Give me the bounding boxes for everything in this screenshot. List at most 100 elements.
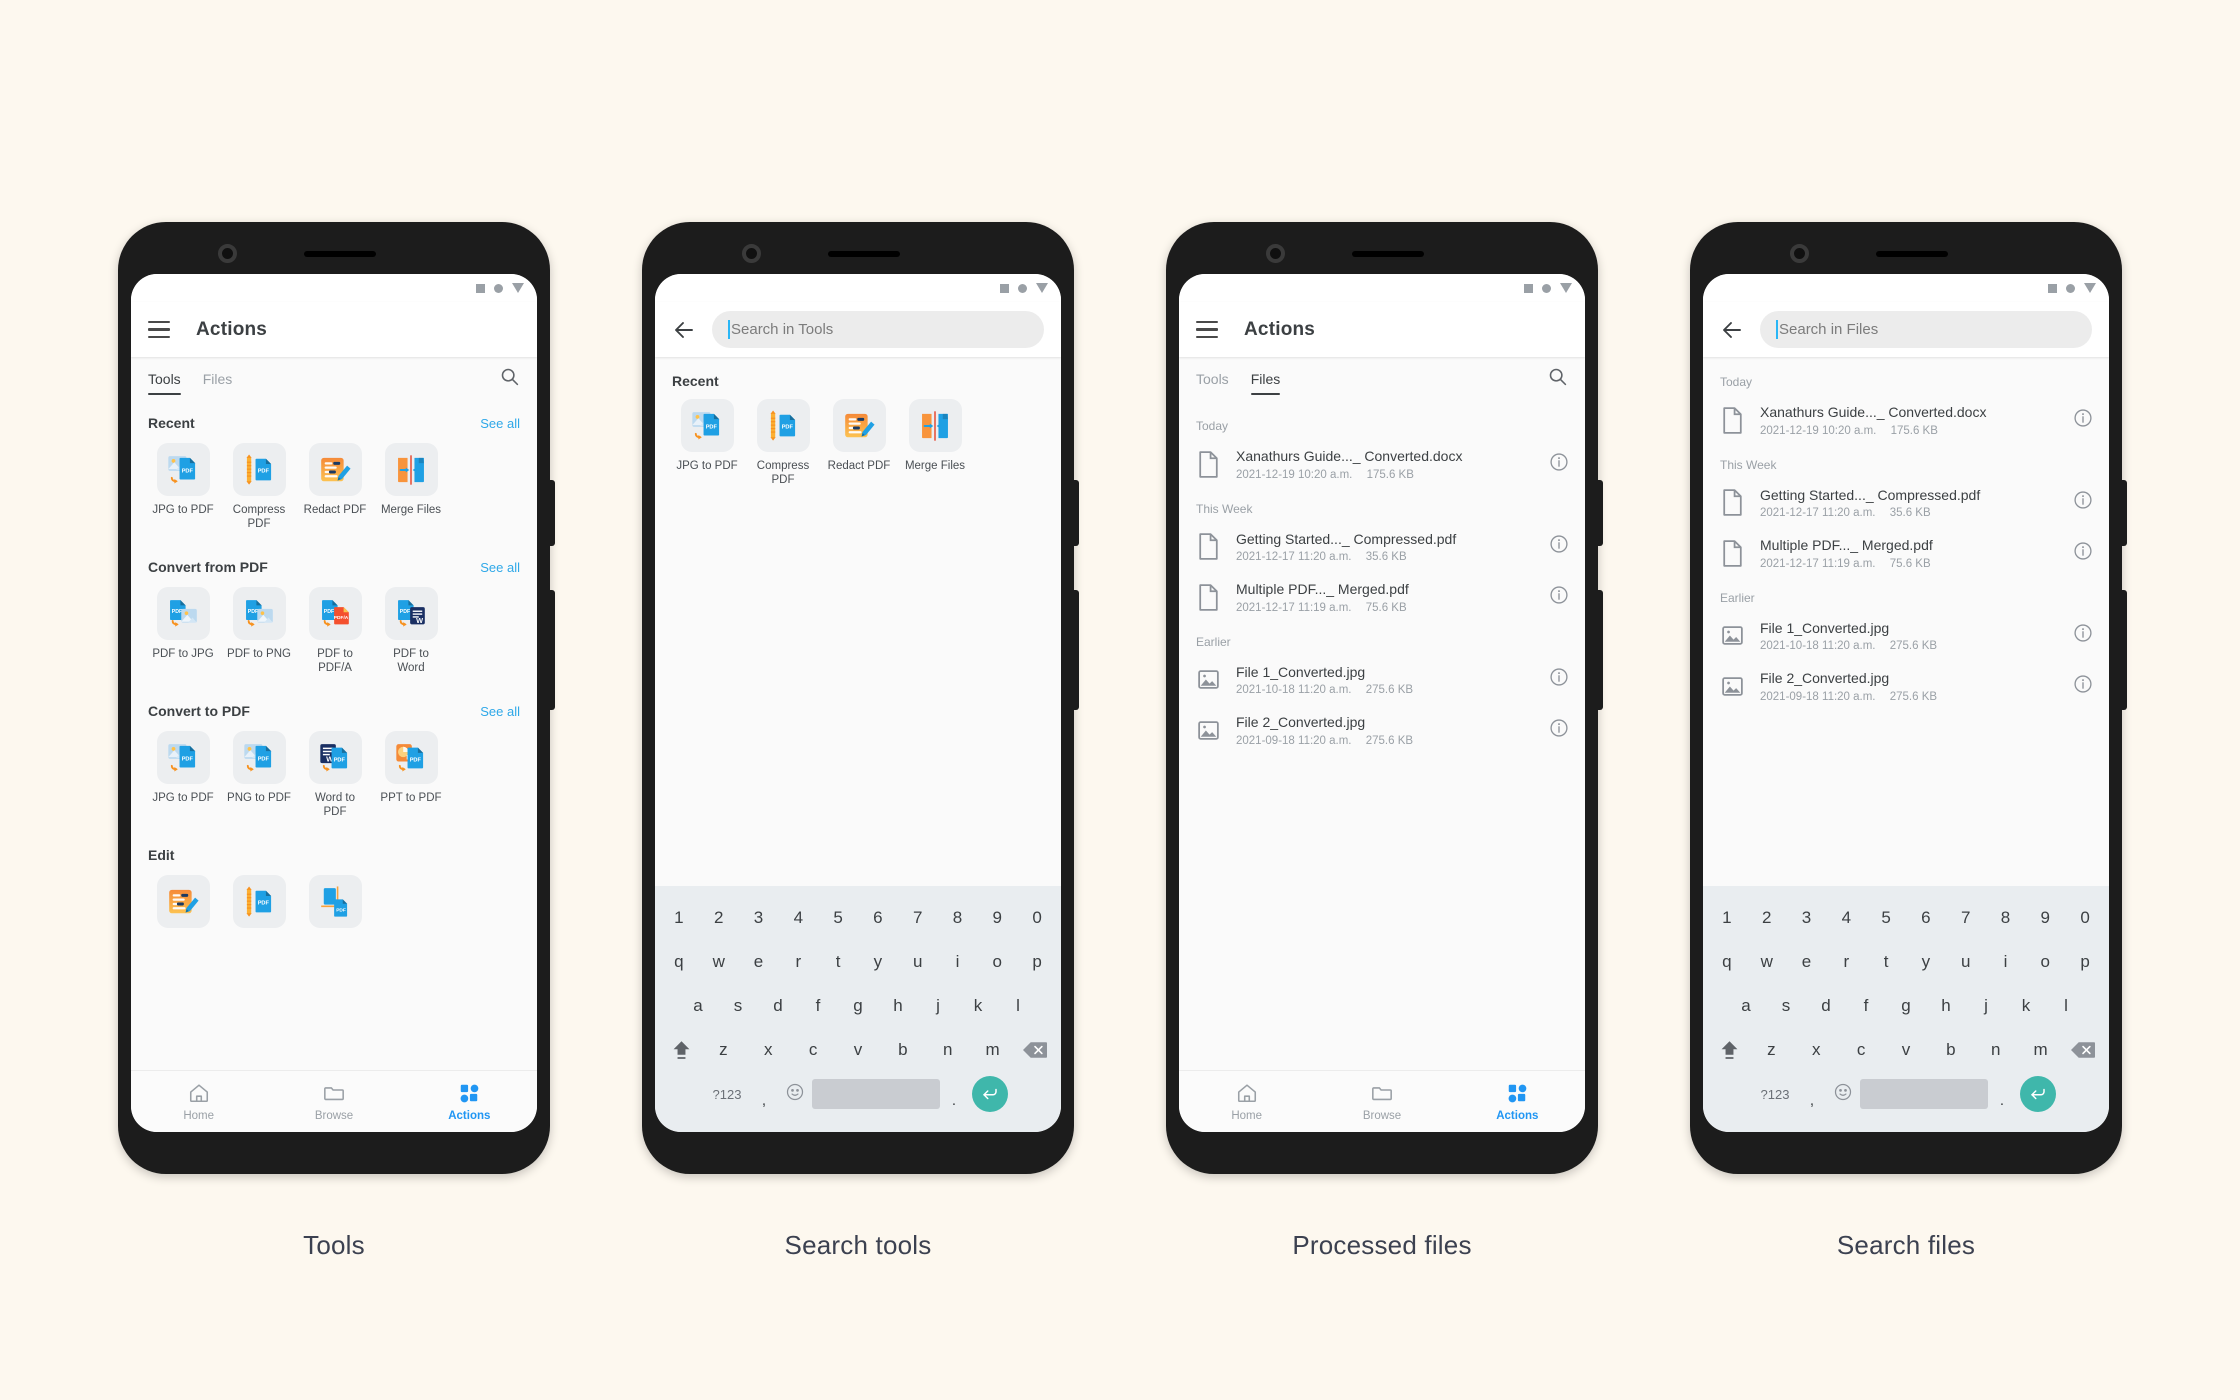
- key-c[interactable]: c: [1839, 1040, 1884, 1060]
- key-s[interactable]: s: [1766, 996, 1806, 1016]
- key-5[interactable]: 5: [818, 908, 858, 928]
- tool-redact-pdf[interactable]: Redact PDF: [826, 399, 892, 487]
- back-arrow-icon[interactable]: [672, 318, 696, 342]
- key-z[interactable]: z: [1749, 1040, 1794, 1060]
- tool-merge-files[interactable]: Merge Files: [378, 443, 444, 531]
- key-s[interactable]: s: [718, 996, 758, 1016]
- search-icon[interactable]: [1547, 366, 1568, 392]
- key-6[interactable]: 6: [1906, 908, 1946, 928]
- tool-edit-organize[interactable]: PDF: [302, 875, 368, 935]
- key-g[interactable]: g: [1886, 996, 1926, 1016]
- space-key[interactable]: [1860, 1079, 1988, 1109]
- tool-pdf-to-word[interactable]: PDF W PDF to Word: [378, 587, 444, 675]
- backspace-icon[interactable]: [1015, 1041, 1055, 1059]
- key-i[interactable]: i: [938, 952, 978, 972]
- key-k[interactable]: k: [2006, 996, 2046, 1016]
- tool-jpg-to-pdf[interactable]: PDF JPG to PDF: [150, 443, 216, 531]
- table-row[interactable]: File 2_Converted.jpg 2021-09-18 11:20 a.…: [1703, 661, 2109, 712]
- enter-key[interactable]: [2016, 1076, 2060, 1112]
- backspace-icon[interactable]: [2063, 1041, 2103, 1059]
- key-8[interactable]: 8: [1986, 908, 2026, 928]
- see-all-convert-to-pdf[interactable]: See all: [480, 704, 520, 719]
- key-v[interactable]: v: [836, 1040, 881, 1060]
- nav-actions[interactable]: Actions: [1450, 1082, 1585, 1122]
- key-w[interactable]: w: [699, 952, 739, 972]
- key-o[interactable]: o: [2025, 952, 2065, 972]
- info-icon[interactable]: [1549, 667, 1571, 692]
- hamburger-menu-icon[interactable]: [148, 321, 170, 338]
- tool-pdf-to-pdfa[interactable]: PDF PDF/A PDF to PDF/A: [302, 587, 368, 675]
- key-d[interactable]: d: [1806, 996, 1846, 1016]
- search-input[interactable]: Search in Files: [1760, 311, 2092, 348]
- key-comma[interactable]: ,: [1798, 1092, 1826, 1109]
- tab-files[interactable]: Files: [1250, 363, 1280, 395]
- hamburger-menu-icon[interactable]: [1196, 321, 1218, 338]
- nav-browse[interactable]: Browse: [1314, 1082, 1449, 1122]
- key-a[interactable]: a: [1726, 996, 1766, 1016]
- tool-redact-pdf[interactable]: Redact PDF: [302, 443, 368, 531]
- key-f[interactable]: f: [1846, 996, 1886, 1016]
- table-row[interactable]: Multiple PDF..._ Merged.pdf 2021-12-17 1…: [1703, 528, 2109, 579]
- key-n[interactable]: n: [925, 1040, 970, 1060]
- shift-icon[interactable]: [661, 1039, 701, 1061]
- key-9[interactable]: 9: [977, 908, 1017, 928]
- key-m[interactable]: m: [2018, 1040, 2063, 1060]
- tool-ppt-to-pdf[interactable]: P PDF PPT to PDF: [378, 731, 444, 819]
- key-y[interactable]: y: [858, 952, 898, 972]
- shift-icon[interactable]: [1709, 1039, 1749, 1061]
- key-2[interactable]: 2: [699, 908, 739, 928]
- tool-png-to-pdf[interactable]: PDF PNG to PDF: [226, 731, 292, 819]
- key-v[interactable]: v: [1884, 1040, 1929, 1060]
- key-x[interactable]: x: [1794, 1040, 1839, 1060]
- key-h[interactable]: h: [878, 996, 918, 1016]
- key-e[interactable]: e: [739, 952, 779, 972]
- tool-pdf-to-png[interactable]: PDF PDF to PNG: [226, 587, 292, 675]
- key-0[interactable]: 0: [2065, 908, 2105, 928]
- table-row[interactable]: Xanathurs Guide..._ Converted.docx 2021-…: [1703, 395, 2109, 446]
- key-z[interactable]: z: [701, 1040, 746, 1060]
- tool-merge-files[interactable]: Merge Files: [902, 399, 968, 487]
- key-t[interactable]: t: [818, 952, 858, 972]
- key-r[interactable]: r: [1826, 952, 1866, 972]
- symbols-key[interactable]: ?123: [1752, 1087, 1798, 1102]
- emoji-icon[interactable]: [1826, 1082, 1860, 1107]
- key-x[interactable]: x: [746, 1040, 791, 1060]
- tool-jpg-to-pdf-2[interactable]: PDF JPG to PDF: [150, 731, 216, 819]
- info-icon[interactable]: [1549, 534, 1571, 559]
- key-1[interactable]: 1: [659, 908, 699, 928]
- key-4[interactable]: 4: [778, 908, 818, 928]
- table-row[interactable]: File 1_Converted.jpg 2021-10-18 11:20 a.…: [1179, 655, 1585, 706]
- key-k[interactable]: k: [958, 996, 998, 1016]
- table-row[interactable]: File 1_Converted.jpg 2021-10-18 11:20 a.…: [1703, 611, 2109, 662]
- nav-home[interactable]: Home: [1179, 1082, 1314, 1122]
- tool-compress-pdf[interactable]: PDF Compress PDF: [226, 443, 292, 531]
- tool-compress-pdf[interactable]: PDF Compress PDF: [750, 399, 816, 487]
- info-icon[interactable]: [1549, 452, 1571, 477]
- info-icon[interactable]: [1549, 585, 1571, 610]
- nav-browse[interactable]: Browse: [266, 1082, 401, 1122]
- key-3[interactable]: 3: [1787, 908, 1827, 928]
- key-a[interactable]: a: [678, 996, 718, 1016]
- tool-jpg-to-pdf[interactable]: PDF JPG to PDF: [674, 399, 740, 487]
- key-c[interactable]: c: [791, 1040, 836, 1060]
- space-key[interactable]: [812, 1079, 940, 1109]
- info-icon[interactable]: [2073, 623, 2095, 648]
- search-icon[interactable]: [499, 366, 520, 392]
- table-row[interactable]: Getting Started..._ Compressed.pdf 2021-…: [1703, 478, 2109, 529]
- key-w[interactable]: w: [1747, 952, 1787, 972]
- nav-actions[interactable]: Actions: [402, 1082, 537, 1122]
- key-q[interactable]: q: [1707, 952, 1747, 972]
- key-l[interactable]: l: [998, 996, 1038, 1016]
- key-o[interactable]: o: [977, 952, 1017, 972]
- see-all-convert-from-pdf[interactable]: See all: [480, 560, 520, 575]
- key-1[interactable]: 1: [1707, 908, 1747, 928]
- info-icon[interactable]: [2073, 674, 2095, 699]
- key-j[interactable]: j: [918, 996, 958, 1016]
- enter-key[interactable]: [968, 1076, 1012, 1112]
- info-icon[interactable]: [1549, 718, 1571, 743]
- key-d[interactable]: d: [758, 996, 798, 1016]
- tool-pdf-to-jpg[interactable]: PDF PDF to JPG: [150, 587, 216, 675]
- table-row[interactable]: Xanathurs Guide..._ Converted.docx 2021-…: [1179, 439, 1585, 490]
- info-icon[interactable]: [2073, 490, 2095, 515]
- key-i[interactable]: i: [1986, 952, 2026, 972]
